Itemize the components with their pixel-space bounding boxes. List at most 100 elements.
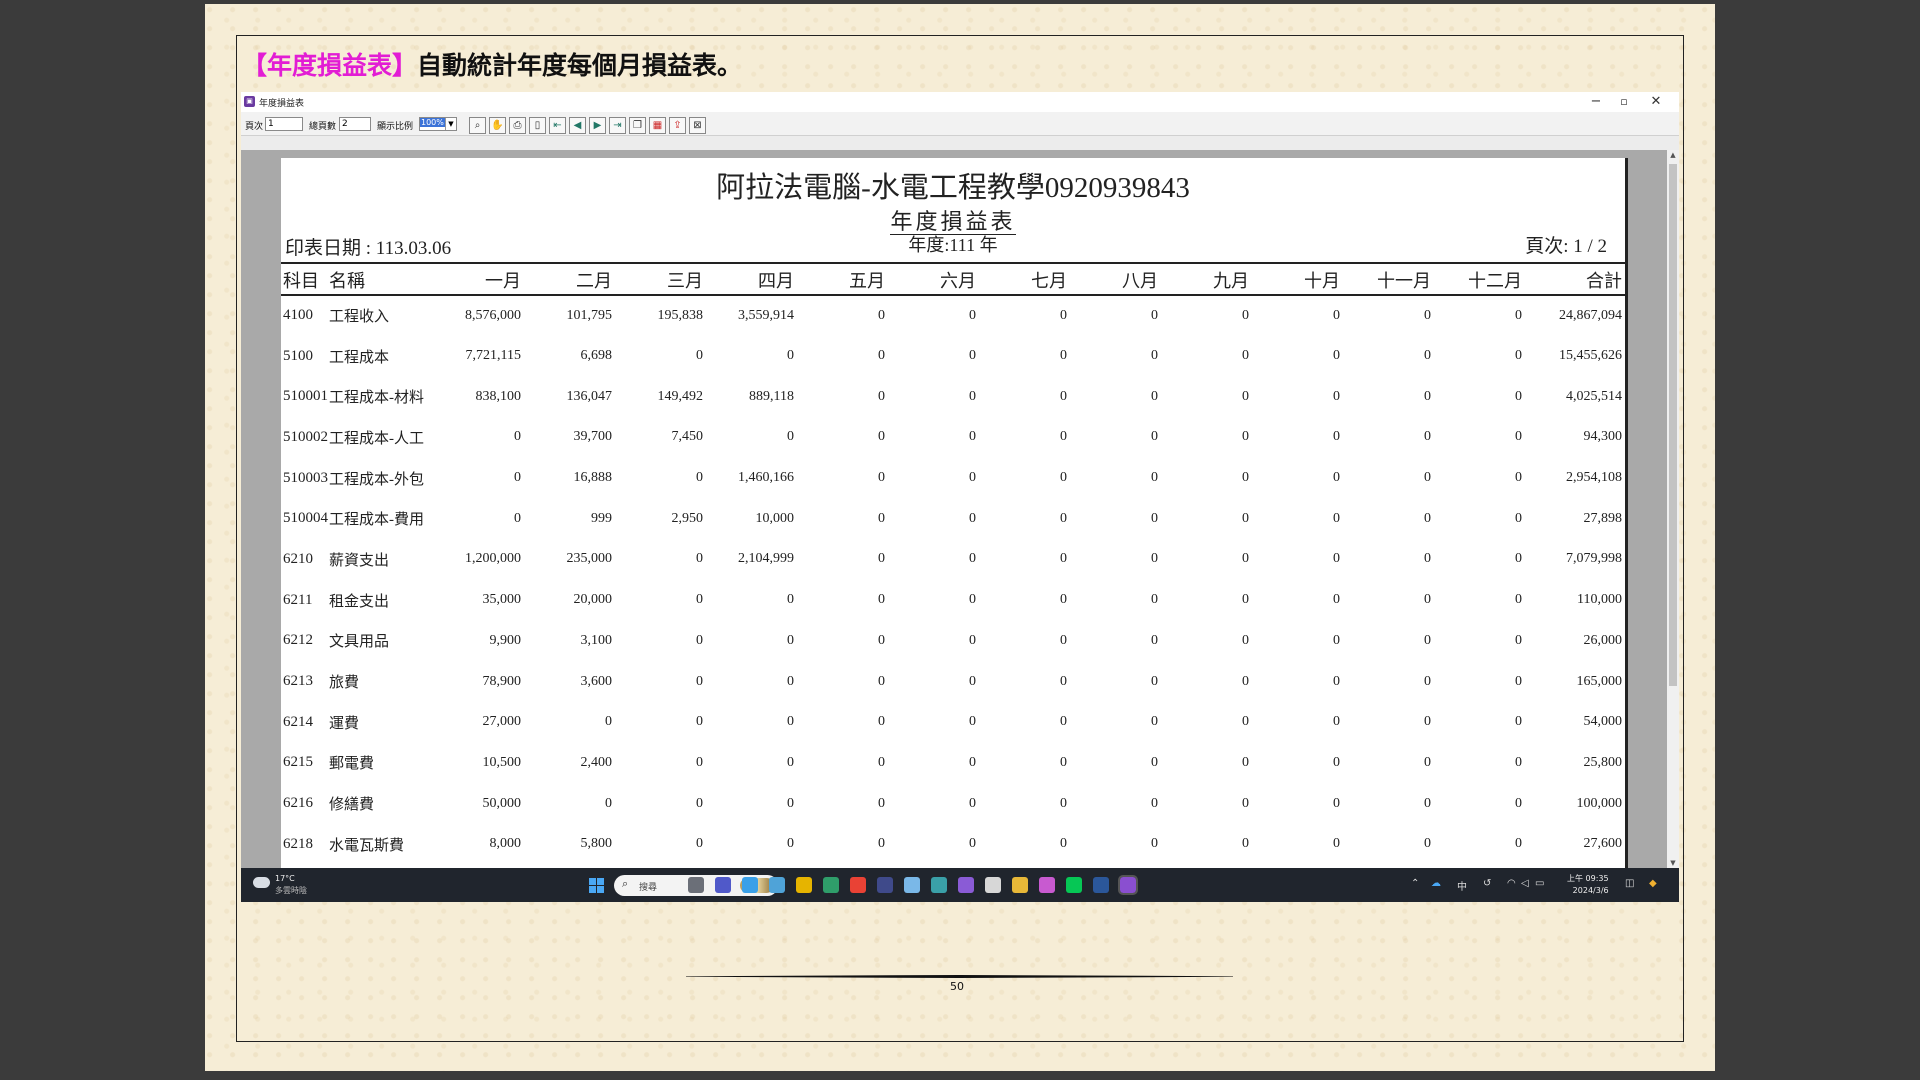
column-header: 四月: [709, 266, 800, 296]
amount-cell: 1,460,166: [738, 470, 794, 486]
clock-time: 上午 09:35: [1567, 874, 1609, 883]
volume-icon[interactable]: ◁: [1521, 878, 1529, 889]
first-page-icon[interactable]: ⇤: [549, 117, 566, 134]
copy-icon[interactable]: ❐: [629, 117, 646, 134]
amount-cell: 0: [1424, 551, 1431, 567]
amount-cell: 0: [1515, 510, 1522, 526]
amount-cell: 0: [969, 673, 976, 689]
next-page-icon[interactable]: ▶: [589, 117, 606, 134]
minimize-button[interactable]: −: [1581, 93, 1611, 111]
amount-cell: 7,079,998: [1566, 551, 1622, 567]
windows-start-icon[interactable]: [589, 878, 604, 893]
ime-indicator[interactable]: 中: [1457, 878, 1467, 893]
image-viewer-icon[interactable]: [904, 877, 920, 893]
report-app-icon[interactable]: [1118, 875, 1138, 895]
battery-icon[interactable]: ▭: [1535, 878, 1544, 889]
amount-cell: 0: [1333, 754, 1340, 770]
amount-cell: 0: [969, 551, 976, 567]
page-label: 頁次: [245, 122, 264, 132]
page-input[interactable]: 1: [265, 117, 303, 131]
exit-icon[interactable]: ⊠: [689, 117, 706, 134]
vertical-scrollbar[interactable]: ▲ ▼: [1667, 150, 1679, 868]
amount-cell: 0: [1151, 551, 1158, 567]
snipping-tool-icon[interactable]: [985, 877, 1001, 893]
amount-cell: 7,721,115: [465, 348, 521, 364]
store-icon[interactable]: [796, 877, 812, 893]
close-button[interactable]: ✕: [1641, 93, 1671, 111]
clock-date: 2024/3/6: [1572, 886, 1609, 895]
amount-cell: 110,000: [1577, 592, 1622, 608]
column-header: 三月: [618, 266, 709, 296]
scroll-thumb[interactable]: [1669, 164, 1677, 686]
account-code: 510001: [283, 388, 328, 405]
amount-cell: 0: [878, 592, 885, 608]
amount-cell: 838,100: [475, 388, 522, 404]
amount-cell: 0: [1151, 348, 1158, 364]
export-icon[interactable]: ⇪: [669, 117, 686, 134]
amount-cell: 0: [969, 307, 976, 323]
ime-mode-icon[interactable]: ↺: [1483, 878, 1491, 889]
amount-cell: 10,500: [482, 754, 522, 770]
prev-page-icon[interactable]: ◀: [569, 117, 586, 134]
amount-cell: 0: [1151, 388, 1158, 404]
copilot-icon[interactable]: ◆: [1649, 878, 1657, 889]
notification-icon[interactable]: ◫: [1625, 878, 1634, 889]
maximize-button[interactable]: ▫: [1609, 93, 1639, 111]
amount-cell: 0: [969, 592, 976, 608]
chrome-icon[interactable]: [850, 877, 866, 893]
table-row: 6216 修繕費 50,000 0 0 0 0 0 0 0 0 0 0 0 100,000: [281, 783, 1625, 824]
slide-heading: 【年度損益表】自動統計年度每個月損益表。: [242, 46, 742, 82]
scroll-down-icon[interactable]: ▼: [1667, 859, 1679, 867]
amount-cell: 35,000: [482, 592, 522, 608]
amount-cell: 20,000: [573, 592, 613, 608]
file-explorer-icon[interactable]: [688, 877, 704, 893]
photos-icon[interactable]: [769, 877, 785, 893]
column-header: 科目: [281, 266, 327, 296]
total-pages-label: 總頁數: [309, 122, 337, 132]
print-icon[interactable]: ⎙: [509, 117, 526, 134]
account-name: 運費: [329, 715, 360, 732]
pdf-export-icon[interactable]: ▦: [649, 117, 666, 134]
notepad-icon[interactable]: [742, 877, 758, 893]
paint-icon[interactable]: [1039, 877, 1055, 893]
zoom-search-icon[interactable]: ⌕: [469, 117, 486, 134]
scroll-up-icon[interactable]: ▲: [1667, 151, 1679, 159]
app-icon[interactable]: [877, 877, 893, 893]
amount-cell: 0: [787, 836, 794, 852]
amount-cell: 0: [878, 673, 885, 689]
amount-cell: 6,698: [580, 348, 613, 364]
word-icon[interactable]: [1093, 877, 1109, 893]
page-icon[interactable]: ▯: [529, 117, 546, 134]
total-pages-input[interactable]: 2: [339, 117, 371, 131]
amount-cell: 25,800: [1583, 754, 1623, 770]
line-icon[interactable]: [1066, 877, 1082, 893]
amount-cell: 0: [1333, 714, 1340, 730]
onedrive-icon[interactable]: ☁: [1431, 878, 1441, 889]
teams-icon[interactable]: [715, 877, 731, 893]
zoom-select[interactable]: 100% ▼: [419, 117, 457, 131]
edge-dev-icon[interactable]: [931, 877, 947, 893]
folder-icon[interactable]: [1012, 877, 1028, 893]
amount-cell: 78,900: [482, 673, 522, 689]
wifi-icon[interactable]: ◠: [1507, 878, 1516, 889]
amount-cell: 0: [696, 714, 703, 730]
column-header: 八月: [1073, 266, 1164, 296]
chevron-up-icon[interactable]: ⌃: [1411, 878, 1419, 889]
clock[interactable]: 上午 09:35 2024/3/6: [1567, 873, 1609, 897]
hand-pan-icon[interactable]: ✋: [489, 117, 506, 134]
visual-studio-icon[interactable]: [958, 877, 974, 893]
zoom-value: 100%: [420, 118, 445, 127]
column-header: 十二月: [1437, 266, 1528, 296]
table-row: 510002 工程成本-人工 0 39,700 7,450 0 0 0 0 0 0 0 0 0 94,300: [281, 417, 1625, 458]
amount-cell: 0: [969, 836, 976, 852]
edge-icon[interactable]: [823, 877, 839, 893]
last-page-icon[interactable]: ⇥: [609, 117, 626, 134]
amount-cell: 999: [591, 510, 612, 526]
amount-cell: 0: [878, 348, 885, 364]
weather-temp: 17°C: [275, 874, 295, 883]
amount-cell: 0: [1515, 307, 1522, 323]
amount-cell: 0: [1333, 429, 1340, 445]
amount-cell: 0: [1060, 836, 1067, 852]
amount-cell: 0: [787, 714, 794, 730]
amount-cell: 0: [787, 673, 794, 689]
